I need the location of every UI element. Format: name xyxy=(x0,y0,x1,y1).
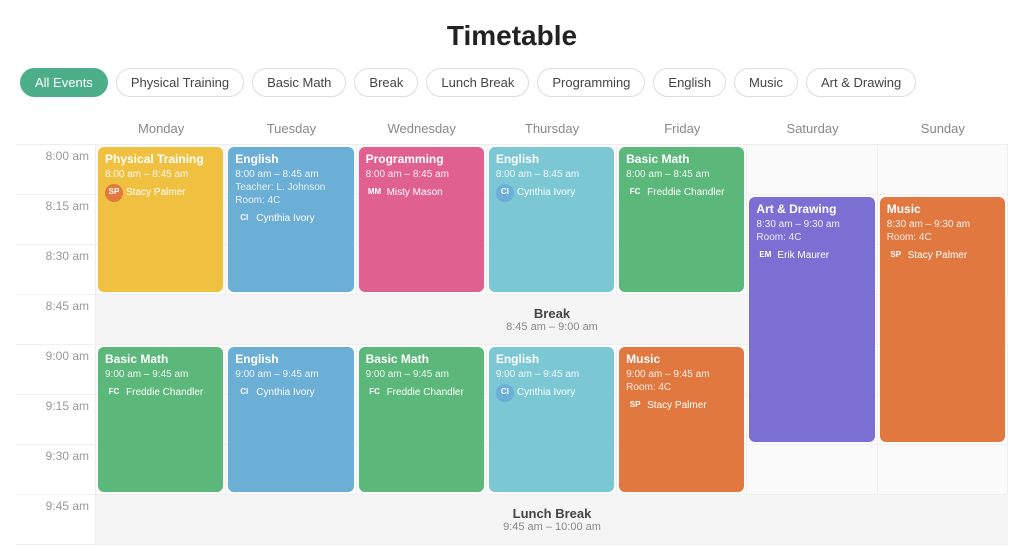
event-english-thu-afternoon[interactable]: English 9:00 am – 9:45 am CI Cynthia Ivo… xyxy=(489,347,614,492)
avatar-freddie3: FC xyxy=(366,384,384,402)
cell-wed-900: Basic Math 9:00 am – 9:45 am FC Freddie … xyxy=(357,345,487,395)
day-wednesday: Wednesday xyxy=(357,113,487,145)
time-945: 9:45 am xyxy=(16,495,96,545)
event-physical-training[interactable]: Physical Training 8:00 am – 8:45 am SP S… xyxy=(98,147,223,292)
filter-bar: All Events Physical Training Basic Math … xyxy=(0,68,1024,113)
filter-music[interactable]: Music xyxy=(734,68,798,97)
cell-mon-900: Basic Math 9:00 am – 9:45 am FC Freddie … xyxy=(96,345,226,395)
event-basicmath-mon[interactable]: Basic Math 9:00 am – 9:45 am FC Freddie … xyxy=(98,347,223,492)
cell-fri-900: Music 9:00 am – 9:45 am Room: 4C SP Stac… xyxy=(617,345,747,395)
break-title: Break xyxy=(534,306,570,321)
cell-tue-900: English 9:00 am – 9:45 am CI Cynthia Ivo… xyxy=(226,345,356,395)
avatar-freddie2: FC xyxy=(105,384,123,402)
day-friday: Friday xyxy=(617,113,747,145)
event-art-drawing[interactable]: Art & Drawing 8:30 am – 9:30 am Room: 4C… xyxy=(749,197,874,442)
page: Timetable All Events Physical Training B… xyxy=(0,0,1024,559)
page-title: Timetable xyxy=(0,0,1024,68)
event-music-sun[interactable]: Music 8:30 am – 9:30 am Room: 4C SP Stac… xyxy=(880,197,1005,442)
filter-physical-training[interactable]: Physical Training xyxy=(116,68,244,97)
event-english-thu-morning[interactable]: English 8:00 am – 8:45 am CI Cynthia Ivo… xyxy=(489,147,614,292)
cell-wed-800: Programming 8:00 am – 8:45 am MM Misty M… xyxy=(357,145,487,195)
avatar-misty: MM xyxy=(366,184,384,202)
cell-thu-800: English 8:00 am – 8:45 am CI Cynthia Ivo… xyxy=(487,145,617,195)
time-845: 8:45 am xyxy=(16,295,96,345)
filter-lunch-break[interactable]: Lunch Break xyxy=(426,68,529,97)
filter-art-drawing[interactable]: Art & Drawing xyxy=(806,68,916,97)
day-sunday: Sunday xyxy=(878,113,1008,145)
filter-english[interactable]: English xyxy=(653,68,726,97)
event-music-fri[interactable]: Music 9:00 am – 9:45 am Room: 4C SP Stac… xyxy=(619,347,744,492)
day-tuesday: Tuesday xyxy=(226,113,356,145)
cell-sun-815: Music 8:30 am – 9:30 am Room: 4C SP Stac… xyxy=(878,195,1008,245)
cell-thu-900: English 9:00 am – 9:45 am CI Cynthia Ivo… xyxy=(487,345,617,395)
cell-sat-815: Art & Drawing 8:30 am – 9:30 am Room: 4C… xyxy=(747,195,877,245)
avatar-stacy: SP xyxy=(105,184,123,202)
filter-all-events[interactable]: All Events xyxy=(20,68,108,97)
avatar-cynthia3: CI xyxy=(235,384,253,402)
avatar-freddie: FC xyxy=(626,184,644,202)
day-saturday: Saturday xyxy=(747,113,877,145)
time-815: 8:15 am xyxy=(16,195,96,245)
timetable: Monday Tuesday Wednesday Thursday Friday… xyxy=(16,113,1008,545)
event-english-tue-morning[interactable]: English 8:00 am – 8:45 am Teacher: L. Jo… xyxy=(228,147,353,292)
time-900: 9:00 am xyxy=(16,345,96,395)
event-english-tue-afternoon[interactable]: English 9:00 am – 9:45 am CI Cynthia Ivo… xyxy=(228,347,353,492)
time-830: 8:30 am xyxy=(16,245,96,295)
cell-tue-800: English 8:00 am – 8:45 am Teacher: L. Jo… xyxy=(226,145,356,195)
day-monday: Monday xyxy=(96,113,226,145)
event-basicmath-wed[interactable]: Basic Math 9:00 am – 9:45 am FC Freddie … xyxy=(359,347,484,492)
event-programming[interactable]: Programming 8:00 am – 8:45 am MM Misty M… xyxy=(359,147,484,292)
cell-sat-930 xyxy=(747,445,877,495)
filter-break[interactable]: Break xyxy=(354,68,418,97)
time-col-header xyxy=(16,113,96,145)
day-thursday: Thursday xyxy=(487,113,617,145)
time-930: 9:30 am xyxy=(16,445,96,495)
cell-sun-800 xyxy=(878,145,1008,195)
filter-basic-math[interactable]: Basic Math xyxy=(252,68,346,97)
cell-fri-800: Basic Math 8:00 am – 8:45 am FC Freddie … xyxy=(617,145,747,195)
time-800: 8:00 am xyxy=(16,145,96,195)
time-915: 9:15 am xyxy=(16,395,96,445)
lunch-break-row: Lunch Break 9:45 am – 10:00 am xyxy=(96,495,1008,545)
timetable-wrap: Monday Tuesday Wednesday Thursday Friday… xyxy=(0,113,1024,545)
avatar-stacy2: SP xyxy=(887,247,905,265)
filter-programming[interactable]: Programming xyxy=(537,68,645,97)
avatar-cynthia4: CI xyxy=(496,384,514,402)
avatar-stacy3: SP xyxy=(626,397,644,415)
cell-sat-800 xyxy=(747,145,877,195)
cell-sun-930 xyxy=(878,445,1008,495)
avatar-cynthia2: CI xyxy=(496,184,514,202)
lunch-title: Lunch Break xyxy=(513,506,592,521)
avatar-erik: EM xyxy=(756,247,774,265)
avatar-cynthia: CI xyxy=(235,210,253,228)
cell-mon-800: Physical Training 8:00 am – 8:45 am SP S… xyxy=(96,145,226,195)
break-time: 8:45 am – 9:00 am xyxy=(506,321,598,333)
lunch-time: 9:45 am – 10:00 am xyxy=(503,521,601,533)
event-basicmath-fri-morning[interactable]: Basic Math 8:00 am – 8:45 am FC Freddie … xyxy=(619,147,744,292)
